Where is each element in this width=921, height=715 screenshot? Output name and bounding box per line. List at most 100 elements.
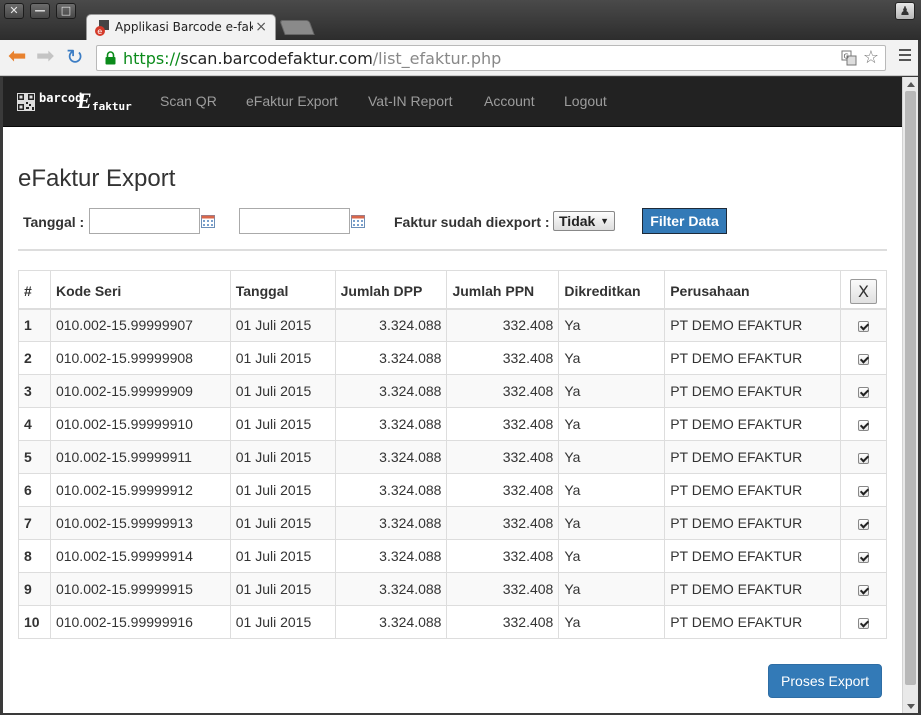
row-number: 6 [18, 473, 51, 507]
cell-perusahaan: PT DEMO EFAKTUR [664, 341, 841, 375]
cell-dikreditkan: Ya [558, 605, 666, 639]
table-row[interactable]: 7 010.002-15.99999913 01 Juli 2015 3.324.08… [18, 506, 888, 540]
cell-select [839, 572, 888, 606]
proses-export-button[interactable]: Proses Export [768, 664, 882, 698]
new-tab-button[interactable] [279, 20, 315, 35]
cell-jumlah-ppn: 332.408 [446, 308, 560, 342]
nav-logout[interactable]: Logout [564, 93, 607, 109]
cell-jumlah-ppn: 332.408 [446, 440, 560, 474]
checkbox-icon[interactable] [857, 584, 869, 596]
checkbox-icon[interactable] [857, 551, 869, 563]
cell-jumlah-ppn: 332.408 [446, 572, 560, 606]
nav-efaktur-export[interactable]: eFaktur Export [246, 93, 338, 109]
table-row[interactable]: 9 010.002-15.99999915 01 Juli 2015 3.324.08… [18, 572, 888, 606]
checkbox-icon[interactable] [857, 452, 869, 464]
url-host: scan.barcodefaktur.com [180, 49, 373, 68]
checkbox-icon[interactable] [857, 419, 869, 431]
cell-jumlah-dpp: 3.324.088 [334, 374, 448, 408]
table-row[interactable]: 10 010.002-15.99999916 01 Juli 2015 3.324.0… [18, 605, 888, 639]
back-arrow-icon[interactable]: ⬅ [8, 45, 26, 69]
cell-dikreditkan: Ya [558, 407, 666, 441]
cell-dikreditkan: Ya [558, 473, 666, 507]
date-from-input[interactable] [89, 208, 200, 234]
scroll-down-icon[interactable] [907, 704, 915, 709]
cell-dikreditkan: Ya [558, 341, 666, 375]
tanggal-label: Tanggal : [23, 214, 85, 230]
checkbox-icon[interactable] [857, 321, 869, 333]
cell-tanggal: 01 Juli 2015 [229, 308, 336, 342]
cell-kode-seri: 010.002-15.99999912 [49, 473, 231, 507]
row-number: 5 [18, 440, 51, 474]
cell-jumlah-dpp: 3.324.088 [334, 605, 448, 639]
table-row[interactable]: 6 010.002-15.99999912 01 Juli 2015 3.324.08… [18, 473, 888, 507]
page-title: eFaktur Export [18, 165, 176, 192]
browser-tab[interactable]: e Applikasi Barcode e-faktur × [86, 14, 276, 40]
row-number: 9 [18, 572, 51, 606]
url-scheme: https:// [123, 49, 181, 68]
exported-select-value: Tidak [559, 213, 596, 229]
date-to-input[interactable] [239, 208, 350, 234]
checkbox-icon[interactable] [857, 353, 869, 365]
scrollbar-thumb[interactable] [905, 91, 916, 685]
profile-icon[interactable]: ♟ [895, 2, 915, 20]
maximize-icon[interactable]: □ [56, 3, 76, 19]
header-kode-seri: Kode Seri [49, 270, 231, 310]
cell-kode-seri: 010.002-15.99999916 [49, 605, 231, 639]
cell-dikreditkan: Ya [558, 308, 666, 342]
exported-select[interactable]: Tidak ▼ [553, 211, 615, 231]
row-number: 4 [18, 407, 51, 441]
cell-perusahaan: PT DEMO EFAKTUR [664, 374, 841, 408]
checkbox-icon[interactable] [857, 518, 869, 530]
svg-text:G: G [844, 53, 849, 61]
checkbox-icon[interactable] [857, 485, 869, 497]
browser-toolbar: ⬅ ➡ ↻ https://scan.barcodefaktur.com/lis… [0, 40, 921, 76]
cell-jumlah-ppn: 332.408 [446, 473, 560, 507]
cell-perusahaan: PT DEMO EFAKTUR [664, 473, 841, 507]
cell-select [839, 539, 888, 573]
row-number: 3 [18, 374, 51, 408]
header-no: # [18, 270, 51, 310]
cell-perusahaan: PT DEMO EFAKTUR [664, 572, 841, 606]
cell-dikreditkan: Ya [558, 539, 666, 573]
filter-data-button[interactable]: Filter Data [642, 208, 727, 234]
cell-kode-seri: 010.002-15.99999915 [49, 572, 231, 606]
cell-tanggal: 01 Juli 2015 [229, 341, 336, 375]
table-row[interactable]: 1 010.002-15.99999907 01 Juli 2015 3.324.08… [18, 308, 888, 342]
address-bar[interactable]: https://scan.barcodefaktur.com/list_efak… [96, 45, 886, 71]
table-row[interactable]: 3 010.002-15.99999909 01 Juli 2015 3.324.08… [18, 374, 888, 408]
close-window-icon[interactable]: ✕ [4, 3, 24, 19]
table-row[interactable]: 4 010.002-15.99999910 01 Juli 2015 3.324.08… [18, 407, 888, 441]
menu-icon[interactable] [899, 49, 911, 64]
cell-dikreditkan: Ya [558, 506, 666, 540]
cell-dikreditkan: Ya [558, 572, 666, 606]
cell-tanggal: 01 Juli 2015 [229, 605, 336, 639]
table-row[interactable]: 8 010.002-15.99999914 01 Juli 2015 3.324.08… [18, 539, 888, 573]
nav-scan-qr[interactable]: Scan QR [160, 93, 217, 109]
nav-account[interactable]: Account [484, 93, 535, 109]
nav-vat-in-report[interactable]: Vat-IN Report [368, 93, 453, 109]
forward-arrow-icon[interactable]: ➡ [36, 45, 54, 69]
cell-select [839, 407, 888, 441]
reload-icon[interactable]: ↻ [66, 45, 84, 69]
cell-select [839, 440, 888, 474]
checkbox-icon[interactable] [857, 617, 869, 629]
cell-jumlah-dpp: 3.324.088 [334, 572, 448, 606]
qr-logo-icon [17, 93, 35, 111]
url-text: https://scan.barcodefaktur.com/list_efak… [123, 49, 501, 68]
clear-selection-button[interactable]: X [849, 278, 877, 304]
star-icon[interactable]: ☆ [863, 47, 879, 68]
table-row[interactable]: 2 010.002-15.99999908 01 Juli 2015 3.324.08… [18, 341, 888, 375]
cell-perusahaan: PT DEMO EFAKTUR [664, 605, 841, 639]
table-row[interactable]: 5 010.002-15.99999911 01 Juli 2015 3.324.08… [18, 440, 888, 474]
tab-close-icon[interactable]: × [255, 19, 267, 35]
brand-text-barcode: barcod [39, 91, 83, 105]
cell-kode-seri: 010.002-15.99999911 [49, 440, 231, 474]
checkbox-icon[interactable] [857, 386, 869, 398]
page-scrollbar[interactable] [902, 77, 918, 713]
minimize-icon[interactable]: — [30, 3, 50, 19]
translate-icon[interactable]: G [841, 50, 857, 66]
calendar-icon[interactable] [351, 214, 365, 228]
calendar-icon[interactable] [201, 214, 215, 228]
scroll-up-icon[interactable] [907, 82, 915, 87]
cell-jumlah-dpp: 3.324.088 [334, 407, 448, 441]
